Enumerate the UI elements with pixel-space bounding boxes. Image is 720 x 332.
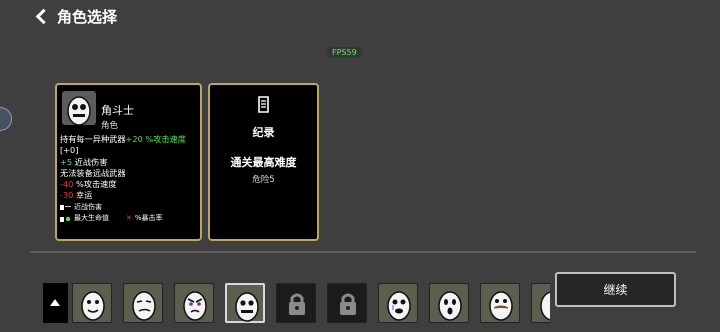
small-melee-label: 近战伤害 xyxy=(74,202,102,211)
lock-icon xyxy=(340,293,356,315)
up-arrow-icon xyxy=(50,299,60,306)
desc-speed-penalty-label: %攻击速度 xyxy=(73,179,117,190)
desc-speed-penalty-value: -40 xyxy=(60,179,74,190)
small-crit-label: %暴击率 xyxy=(134,214,163,223)
character-name: 角斗士 xyxy=(101,104,134,117)
back-button[interactable]: 角色选择 xyxy=(34,6,117,27)
character-tile-cry[interactable] xyxy=(378,283,418,323)
back-chevron-icon xyxy=(35,8,52,25)
character-tile-partial[interactable] xyxy=(531,283,550,323)
small-hp-label: 最大生命值 xyxy=(74,214,109,223)
character-face-icon xyxy=(387,291,411,321)
character-description: 持有每一异种武器+20 %攻击速度 [+0] +5 近战伤害 无法装备远战武器 … xyxy=(60,134,200,224)
character-tile-shock[interactable] xyxy=(429,283,469,323)
record-danger: 危险5 xyxy=(252,175,275,185)
character-info-card: 角斗士 角色 持有每一异种武器+20 %攻击速度 [+0] +5 近战伤害 无法… xyxy=(55,83,202,241)
character-tile-sly[interactable] xyxy=(123,283,163,323)
scroll-up-button[interactable] xyxy=(43,283,68,323)
thumbs-up-heart-icon xyxy=(60,216,71,222)
continue-button[interactable]: 继续 xyxy=(555,272,676,307)
page-title: 角色选择 xyxy=(57,8,118,26)
character-face-icon xyxy=(540,291,550,321)
character-face-icon xyxy=(183,291,207,321)
character-face-icon xyxy=(438,291,462,321)
character-face-icon xyxy=(235,292,259,322)
divider xyxy=(30,251,696,253)
fps-counter: FPS59 xyxy=(327,47,362,58)
side-indicator-icon xyxy=(0,107,12,131)
locked-character-tile xyxy=(327,283,367,323)
character-tile-smile[interactable] xyxy=(72,283,112,323)
desc-attack-speed-bonus: +20 %攻击速度 xyxy=(125,134,186,144)
desc-weapon-text: 持有每一异种武器 xyxy=(60,134,126,144)
desc-luck-value: -30 xyxy=(60,190,74,201)
character-tile-angry[interactable] xyxy=(174,283,214,323)
character-tile-gladiator[interactable] xyxy=(225,283,265,323)
record-title: 纪录 xyxy=(252,126,275,139)
character-face-icon xyxy=(489,291,513,321)
desc-no-ranged: 无法装备远战武器 xyxy=(60,167,126,178)
desc-melee-value: +5 xyxy=(60,156,73,167)
record-card: 纪录 通关最高难度 危险5 xyxy=(208,83,319,241)
thumbs-up-sword-icon xyxy=(60,205,71,211)
character-tile-mustache[interactable] xyxy=(480,283,520,323)
scroll-icon xyxy=(257,96,269,113)
record-subtitle: 通关最高难度 xyxy=(230,156,297,169)
character-portrait xyxy=(62,91,96,125)
desc-luck-label: 幸运 xyxy=(73,190,93,201)
locked-character-tile xyxy=(276,283,316,323)
desc-melee-label: 近战伤害 xyxy=(72,156,108,167)
crit-cross-icon: ✕ xyxy=(126,214,132,223)
character-face-icon xyxy=(81,291,105,321)
desc-bracket: [+0] xyxy=(60,145,79,156)
character-type: 角色 xyxy=(101,121,119,131)
character-tile-list xyxy=(72,283,550,323)
character-face-icon xyxy=(132,291,156,321)
lock-icon xyxy=(289,293,305,315)
